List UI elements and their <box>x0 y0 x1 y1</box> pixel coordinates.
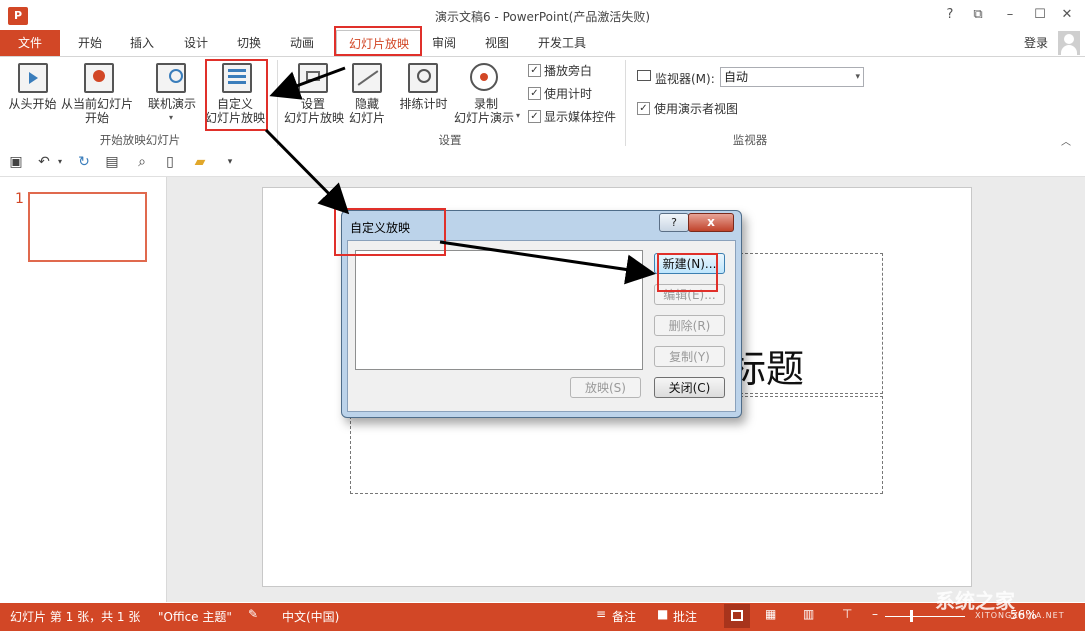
annotation-arrows <box>264 66 656 285</box>
zoom-slider[interactable] <box>885 616 965 617</box>
notes-icon[interactable]: ≡ <box>596 607 606 621</box>
language-status[interactable]: 中文(中国) <box>282 608 339 625</box>
arrow-custom-show-to-dialog <box>264 128 350 215</box>
arrow-tab-to-custom-show <box>269 66 346 100</box>
comments-button[interactable]: 批注 <box>673 608 697 625</box>
zoom-out-icon[interactable]: – <box>872 607 878 621</box>
watermark-logo: 系统之家 <box>935 589 1015 613</box>
normal-view-icon <box>731 610 743 621</box>
normal-view-button[interactable] <box>724 604 750 628</box>
slideshow-view-icon[interactable]: ⊤ <box>842 607 852 621</box>
slide-sorter-icon[interactable]: ▦ <box>765 607 776 621</box>
watermark-url: XITONGZHIJIA.NET <box>975 611 1065 620</box>
spellcheck-icon[interactable]: ✎ <box>248 607 258 621</box>
zoom-slider-thumb[interactable] <box>910 610 913 622</box>
slide-count-status: 幻灯片 第 1 张，共 1 张 <box>10 610 141 624</box>
theme-status: "Office 主题" <box>158 610 232 624</box>
notes-button[interactable]: 备注 <box>612 608 636 625</box>
reading-view-icon[interactable]: ▥ <box>803 607 814 621</box>
arrow-dialog-to-new-button <box>439 240 656 285</box>
comments-icon[interactable]: ■ <box>657 607 668 621</box>
